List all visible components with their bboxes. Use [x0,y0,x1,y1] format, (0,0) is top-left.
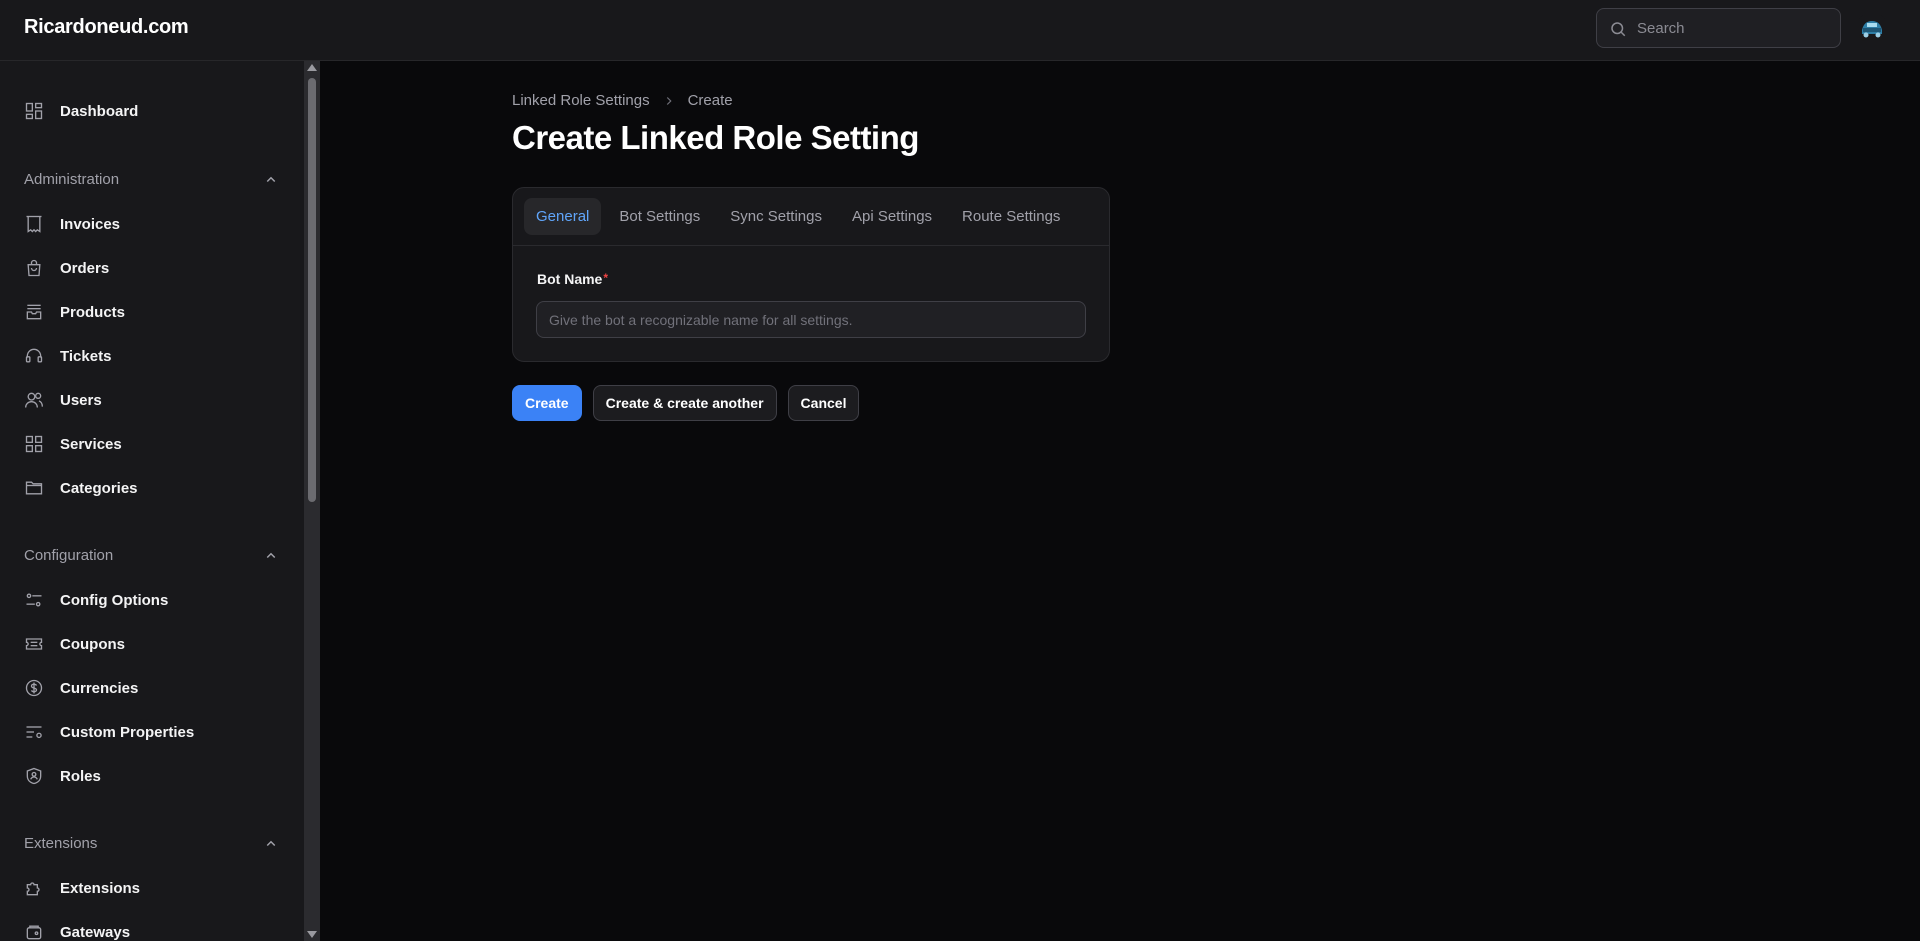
sidebar-item-label: Currencies [60,679,139,697]
sidebar-item-gateways[interactable]: Gateways [24,918,130,941]
scrollbar-thumb[interactable] [308,78,316,502]
tab-divider [513,245,1109,246]
top-bar: Ricardoneud.com [0,0,1920,61]
scroll-down-arrow-icon[interactable] [307,931,317,938]
sidebar-item-currencies[interactable]: Currencies [24,674,138,702]
scroll-up-arrow-icon[interactable] [307,64,317,71]
sidebar-item-label: Roles [60,767,101,785]
users-icon [24,390,44,410]
form-tabs: General Bot Settings Sync Settings Api S… [524,198,1072,235]
sidebar-scrollbar[interactable] [304,61,320,941]
sidebar-item-orders[interactable]: Orders [24,254,109,282]
tab-general[interactable]: General [524,198,602,235]
sidebar-item-roles[interactable]: Roles [24,762,101,790]
create-another-button[interactable]: Create & create another [592,385,777,421]
folder-icon [24,478,44,498]
search-input[interactable] [1637,9,1832,47]
sidebar-item-users[interactable]: Users [24,386,102,414]
sidebar-item-label: Products [60,303,126,321]
page-title: Create Linked Role Setting [512,119,919,156]
brand-logo[interactable]: Ricardoneud.com [24,16,189,39]
sidebar: Dashboard Administration Invoices Orders… [0,61,304,941]
sidebar-item-categories[interactable]: Categories [24,474,138,502]
sidebar-item-label: Categories [60,479,138,497]
main-content: Linked Role Settings Create Create Linke… [320,61,1920,941]
shopping-bag-icon [24,258,44,278]
puzzle-icon [24,878,44,898]
tab-api-settings[interactable]: Api Settings [840,198,944,235]
group-label-administration[interactable]: Administration [24,171,119,188]
tab-route-settings[interactable]: Route Settings [950,198,1072,235]
chevron-up-icon[interactable] [262,171,280,189]
cancel-button[interactable]: Cancel [787,385,860,421]
sidebar-item-label: Invoices [60,215,121,233]
tab-bot-settings[interactable]: Bot Settings [607,198,712,235]
sidebar-item-label: Custom Properties [60,723,195,741]
sidebar-item-label: Users [60,391,102,409]
sidebar-item-products[interactable]: Products [24,298,125,326]
search-icon [1611,22,1626,37]
wallet-icon [24,922,44,941]
adjustments-icon [24,590,44,610]
user-avatar[interactable] [1859,15,1885,41]
bot-name-input[interactable] [536,301,1086,338]
group-label-configuration[interactable]: Configuration [24,547,113,564]
sidebar-item-label: Dashboard [60,102,139,120]
group-label-extensions[interactable]: Extensions [24,835,97,852]
sidebar-item-dashboard[interactable]: Dashboard [24,97,138,125]
search-box[interactable] [1596,8,1841,48]
sidebar-item-services[interactable]: Services [24,430,122,458]
sidebar-item-label: Coupons [60,635,125,653]
archive-box-icon [24,302,44,322]
sidebar-item-label: Extensions [60,879,141,897]
sidebar-item-label: Orders [60,259,110,277]
required-mark: * [603,271,609,285]
sidebar-item-config-options[interactable]: Config Options [24,586,168,614]
sidebar-item-tickets[interactable]: Tickets [24,342,111,370]
sidebar-item-extensions[interactable]: Extensions [24,874,140,902]
breadcrumb-parent[interactable]: Linked Role Settings [512,92,650,109]
headset-icon [24,346,44,366]
sidebar-item-custom-properties[interactable]: Custom Properties [24,718,194,746]
shield-user-icon [24,766,44,786]
currency-icon [24,678,44,698]
invoice-icon [24,214,44,234]
breadcrumb-current: Create [687,92,733,109]
chevron-up-icon[interactable] [262,835,280,853]
sidebar-item-label: Services [60,435,122,453]
sidebar-item-label: Gateways [60,923,131,941]
chevron-up-icon[interactable] [262,547,280,565]
ticket-icon [24,634,44,654]
sidebar-item-coupons[interactable]: Coupons [24,630,125,658]
tab-sync-settings[interactable]: Sync Settings [718,198,834,235]
chevron-right-icon [666,96,672,105]
bot-name-label: Bot Name* [537,271,608,287]
form-actions: Create Create & create another Cancel [512,385,860,421]
bot-name-label-text: Bot Name [537,271,603,287]
list-settings-icon [24,722,44,742]
create-button[interactable]: Create [512,385,582,421]
dashboard-icon [24,101,44,121]
form-card: General Bot Settings Sync Settings Api S… [512,187,1110,362]
breadcrumb: Linked Role Settings Create [512,92,733,109]
sidebar-item-label: Tickets [60,347,112,365]
sidebar-item-label: Config Options [60,591,169,609]
grid-icon [24,434,44,454]
sidebar-item-invoices[interactable]: Invoices [24,210,120,238]
